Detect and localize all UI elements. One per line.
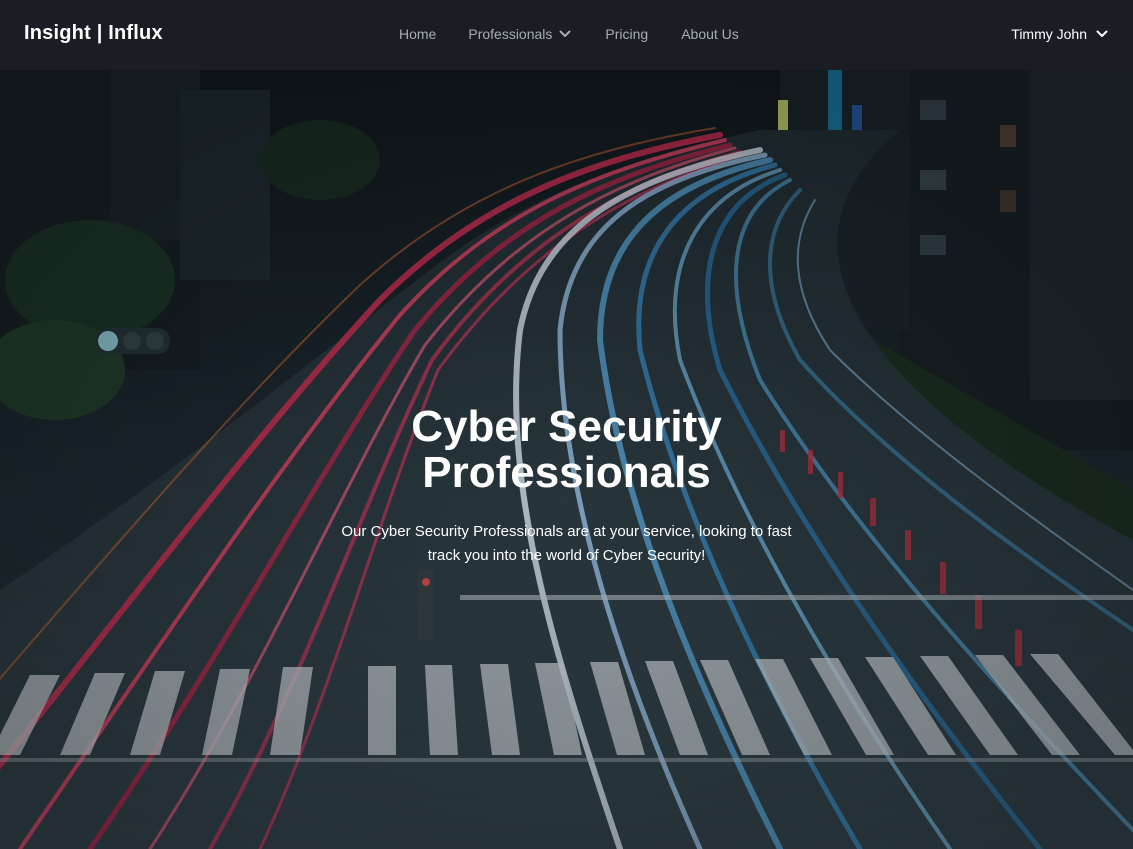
nav-about-link[interactable]: About Us	[681, 26, 739, 42]
nav-links: Home Professionals Pricing About Us	[399, 26, 739, 42]
hero-content: Cyber Security Professionals Our Cyber S…	[0, 404, 1133, 568]
nav-pricing-link[interactable]: Pricing	[605, 26, 648, 42]
nav-home-link[interactable]: Home	[399, 26, 436, 42]
nav-professionals-label: Professionals	[468, 26, 553, 42]
brand-logo-link[interactable]: Insight | Influx	[24, 22, 163, 45]
user-name: Timmy John	[1011, 26, 1087, 42]
top-navbar: Insight | Influx Home Professionals Pric…	[0, 0, 1133, 70]
user-menu-dropdown[interactable]: Timmy John	[1011, 26, 1109, 42]
hero-section: Cyber Security Professionals Our Cyber S…	[0, 70, 1133, 849]
chevron-down-icon	[559, 30, 571, 37]
chevron-down-icon	[1096, 30, 1108, 37]
nav-professionals-dropdown[interactable]: Professionals	[468, 26, 572, 42]
hero-description: Our Cyber Security Professionals are at …	[341, 523, 792, 564]
page: Insight | Influx Home Professionals Pric…	[0, 0, 1133, 849]
hero-title: Cyber Security Professionals	[411, 402, 722, 497]
